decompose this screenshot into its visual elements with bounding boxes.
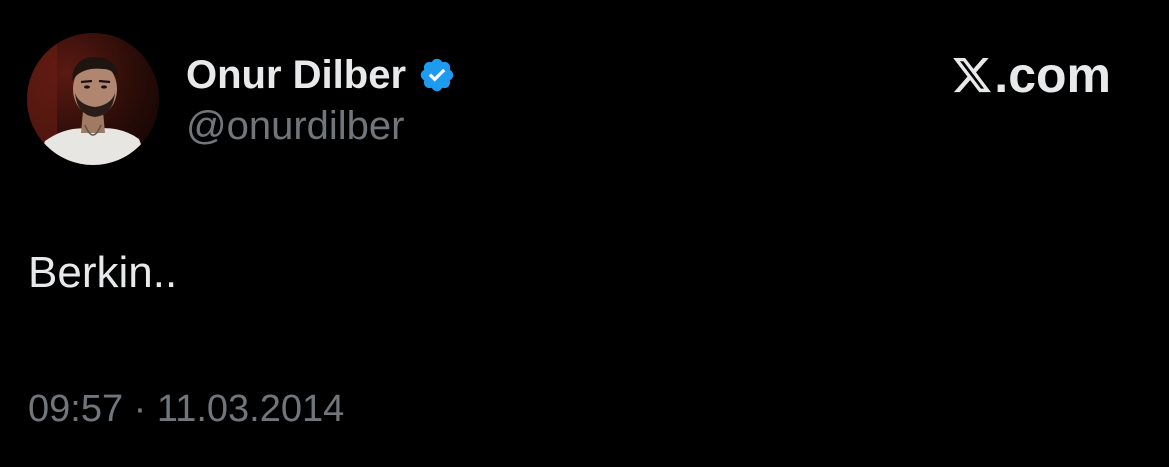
display-name[interactable]: Onur Dilber [186,53,406,98]
brand-text: .com [994,47,1111,103]
user-handle[interactable]: @onurdilber [186,104,405,149]
avatar-photo [27,33,159,165]
author-name-row[interactable]: Onur Dilber [186,50,456,100]
x-logo-icon [951,54,993,96]
tweet-card: Onur Dilber @onurdilber .com Berkin.. 09… [0,0,1169,467]
verified-badge-icon [418,56,456,94]
timestamp-separator: · [123,388,157,430]
avatar[interactable] [27,33,159,165]
tweet-text: Berkin.. [28,248,178,297]
tweet-date: 11.03.2014 [156,388,345,430]
tweet-time: 09:57 [28,388,124,430]
brand-logo[interactable]: .com [951,47,1111,103]
tweet-timestamp[interactable]: 09:57 · 11.03.2014 [28,388,344,431]
